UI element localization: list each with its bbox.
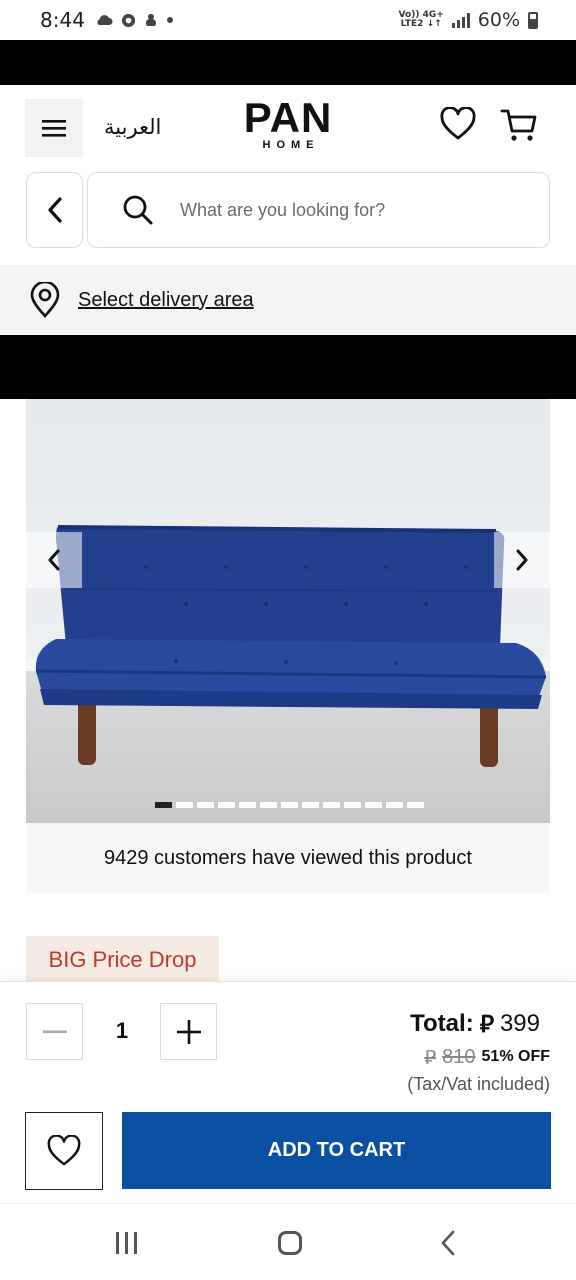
recent-apps-icon[interactable]	[116, 1232, 137, 1254]
viewers-count-text: 9429 customers have viewed this product	[26, 823, 550, 893]
total-price-row: Total: ⃁ 399	[410, 1008, 540, 1039]
status-time: 8:44	[40, 8, 85, 32]
old-price-row: ⃁ 810 51% OFF	[424, 1044, 550, 1070]
site-header: العربية PAN HOME	[0, 85, 576, 170]
product-image-sofa	[26, 399, 550, 823]
gallery-dot[interactable]	[155, 802, 172, 808]
product-image-gallery[interactable]	[26, 399, 550, 823]
gallery-pagination	[155, 802, 424, 808]
status-notification-icons	[95, 13, 174, 28]
minus-icon	[42, 1030, 67, 1033]
discount-label: 51% OFF	[481, 1048, 550, 1065]
cart-button[interactable]	[500, 107, 538, 143]
gallery-dot[interactable]	[365, 802, 382, 808]
currency-symbol: ⃁	[479, 1010, 494, 1038]
total-label: Total:	[410, 1009, 474, 1037]
heart-icon	[47, 1135, 81, 1166]
pan-home-logo[interactable]: PAN HOME	[226, 94, 350, 152]
home-icon[interactable]	[278, 1231, 302, 1255]
cloud-icon	[97, 15, 113, 25]
menu-button[interactable]	[25, 99, 83, 157]
back-icon[interactable]	[440, 1230, 456, 1256]
heart-icon	[440, 106, 476, 140]
current-price: 399	[499, 1009, 540, 1037]
status-bar: 8:44 Vo)) 4G+ LTE2 ↓↑ 60%	[0, 0, 576, 40]
gallery-dot[interactable]	[281, 802, 298, 808]
gallery-dot[interactable]	[197, 802, 214, 808]
wishlist-button[interactable]	[440, 106, 476, 143]
battery-icon	[528, 11, 538, 29]
network-label-bottom: LTE2 ↓↑	[400, 19, 442, 29]
dot-icon	[166, 17, 173, 23]
select-delivery-area-link[interactable]: Select delivery area	[78, 289, 254, 312]
add-to-cart-button[interactable]: ADD TO CART	[122, 1112, 551, 1189]
system-nav-bar	[0, 1203, 576, 1280]
location-pin-icon	[30, 282, 60, 318]
status-system-icons: Vo)) 4G+ LTE2 ↓↑ 60%	[399, 9, 538, 31]
search-bar[interactable]	[87, 172, 550, 248]
black-band-top	[0, 40, 576, 85]
gallery-dot[interactable]	[176, 802, 193, 808]
old-currency-symbol: ⃁	[424, 1045, 437, 1069]
chrome-icon	[121, 13, 135, 27]
gallery-prev-button[interactable]	[26, 532, 82, 588]
chevron-left-icon	[47, 197, 62, 223]
back-button[interactable]	[26, 172, 83, 248]
quantity-value: 1	[115, 1018, 129, 1043]
search-input[interactable]	[180, 199, 500, 221]
quantity-increase-button[interactable]	[160, 1003, 217, 1060]
gallery-dot[interactable]	[407, 802, 424, 808]
logo-main-text: PAN	[243, 94, 333, 141]
signal-icon	[451, 12, 470, 28]
gallery-dot[interactable]	[386, 802, 403, 808]
price-drop-badge: BIG Price Drop	[26, 936, 219, 984]
add-to-wishlist-button[interactable]	[25, 1112, 103, 1190]
app-icon	[145, 13, 156, 26]
gallery-dot[interactable]	[302, 802, 319, 808]
gallery-dot[interactable]	[239, 802, 256, 808]
gallery-dot[interactable]	[323, 802, 340, 808]
old-price: 810	[442, 1045, 476, 1068]
gallery-next-button[interactable]	[494, 532, 550, 588]
battery-percent: 60%	[477, 9, 520, 31]
tax-note: (Tax/Vat included)	[407, 1074, 550, 1094]
gallery-dot[interactable]	[344, 802, 361, 808]
cart-icon	[500, 109, 537, 141]
quantity-decrease-button[interactable]	[26, 1003, 83, 1060]
hamburger-icon	[42, 120, 66, 137]
purchase-panel: 1 Total: ⃁ 399 ⃁ 810 51% OFF (Tax/Vat in…	[0, 981, 576, 1203]
gallery-dot[interactable]	[218, 802, 235, 808]
plus-icon	[176, 1019, 201, 1044]
gallery-dot[interactable]	[260, 802, 277, 808]
chevron-left-icon	[48, 549, 60, 571]
search-icon	[123, 195, 153, 225]
delivery-area-bar[interactable]: Select delivery area	[0, 265, 576, 335]
language-switch-link[interactable]: العربية	[104, 115, 161, 139]
chevron-right-icon	[516, 549, 528, 571]
black-band-middle	[0, 335, 576, 399]
network-indicator: Vo)) 4G+ LTE2 ↓↑	[399, 11, 444, 29]
